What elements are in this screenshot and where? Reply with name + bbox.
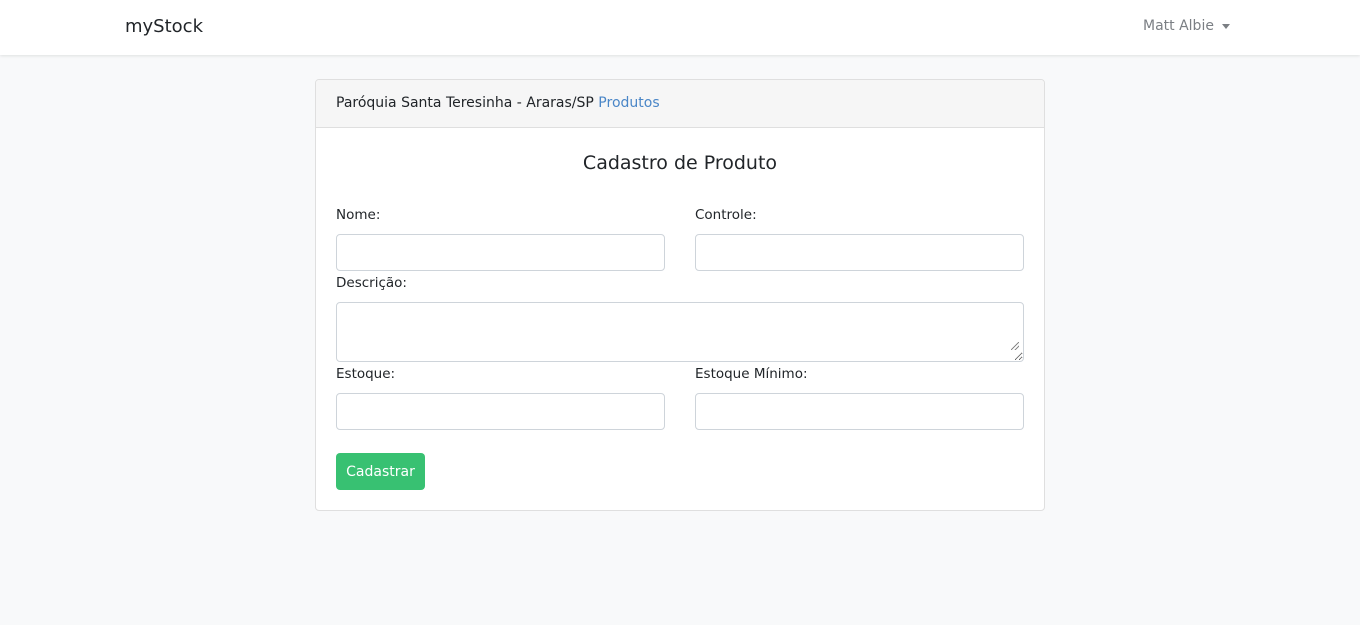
product-form-card: Paróquia Santa Teresinha - Araras/SP Pro… xyxy=(315,79,1045,511)
nome-input[interactable] xyxy=(336,234,665,271)
organization-name: Paróquia Santa Teresinha - Araras/SP xyxy=(336,95,594,111)
user-menu-dropdown[interactable]: Matt Albie xyxy=(1143,18,1230,34)
estoque-minimo-input[interactable] xyxy=(695,393,1024,430)
user-name: Matt Albie xyxy=(1143,18,1214,34)
descricao-textarea[interactable] xyxy=(336,302,1024,362)
nome-label: Nome: xyxy=(336,207,381,223)
navbar: myStock Matt Albie xyxy=(0,0,1360,55)
cadastrar-button[interactable]: Cadastrar xyxy=(336,453,425,490)
estoque-label: Estoque: xyxy=(336,366,396,382)
form-title: Cadastro de Produto xyxy=(582,152,778,174)
card-header: Paróquia Santa Teresinha - Araras/SP Pro… xyxy=(316,80,1044,128)
brand-logo[interactable]: myStock xyxy=(125,16,203,37)
estoque-input[interactable] xyxy=(336,393,665,430)
products-link[interactable]: Produtos xyxy=(598,95,659,111)
controle-label: Controle: xyxy=(695,207,757,223)
estoque-minimo-label: Estoque Mínimo: xyxy=(695,366,808,382)
descricao-label: Descrição: xyxy=(336,275,407,291)
controle-input[interactable] xyxy=(695,234,1024,271)
caret-down-icon xyxy=(1221,23,1230,29)
